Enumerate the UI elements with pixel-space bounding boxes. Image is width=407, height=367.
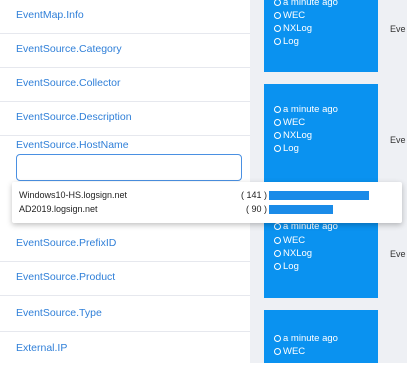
- clock-icon: [274, 223, 281, 230]
- field-item[interactable]: EventSource.Type: [0, 298, 250, 332]
- clock-icon: [274, 106, 281, 113]
- field-item[interactable]: EventMap.Info: [0, 0, 250, 34]
- log-icon: [274, 38, 281, 45]
- field-item[interactable]: EventSource.Category: [0, 34, 250, 68]
- suggestion-row[interactable]: Windows10-HS.logsign.net ( 141 ): [12, 189, 402, 203]
- event-card[interactable]: a minute ago WEC: [264, 310, 378, 363]
- suggestion-share-bar: [269, 191, 369, 200]
- suggestion-count: ( 141 ): [240, 190, 267, 200]
- suggestion-count: ( 90 ): [245, 204, 267, 214]
- suggestion-row[interactable]: AD2019.logsign.net ( 90 ): [12, 203, 402, 217]
- field-item[interactable]: EventSource.Product: [0, 262, 250, 296]
- suggestion-name[interactable]: AD2019.logsign.net: [19, 204, 98, 214]
- source-icon: [274, 237, 281, 244]
- event-label: Eve: [390, 249, 406, 259]
- collector-icon: [274, 250, 281, 257]
- field-item[interactable]: EventSource.Collector: [0, 68, 250, 102]
- event-card[interactable]: a minute ago WEC NXLog Log: [264, 214, 378, 298]
- suggestion-share-bar: [269, 205, 333, 214]
- field-item[interactable]: EventSource.PrefixID: [0, 228, 250, 262]
- clock-icon: [274, 335, 281, 342]
- source-icon: [274, 12, 281, 19]
- collector-icon: [274, 25, 281, 32]
- event-label: Eve: [390, 135, 406, 145]
- value-suggestions-dropdown: Windows10-HS.logsign.net ( 141 ) AD2019.…: [12, 182, 402, 223]
- source-icon: [274, 119, 281, 126]
- value-search-input[interactable]: [16, 154, 242, 181]
- field-item[interactable]: External.IP: [0, 333, 250, 367]
- log-icon: [274, 263, 281, 270]
- suggestion-name[interactable]: Windows10-HS.logsign.net: [19, 190, 127, 200]
- event-card[interactable]: a minute ago WEC NXLog Log: [264, 0, 378, 72]
- collector-icon: [274, 132, 281, 139]
- source-icon: [274, 348, 281, 355]
- clock-icon: [274, 0, 281, 6]
- log-icon: [274, 145, 281, 152]
- event-label: Eve: [390, 24, 406, 34]
